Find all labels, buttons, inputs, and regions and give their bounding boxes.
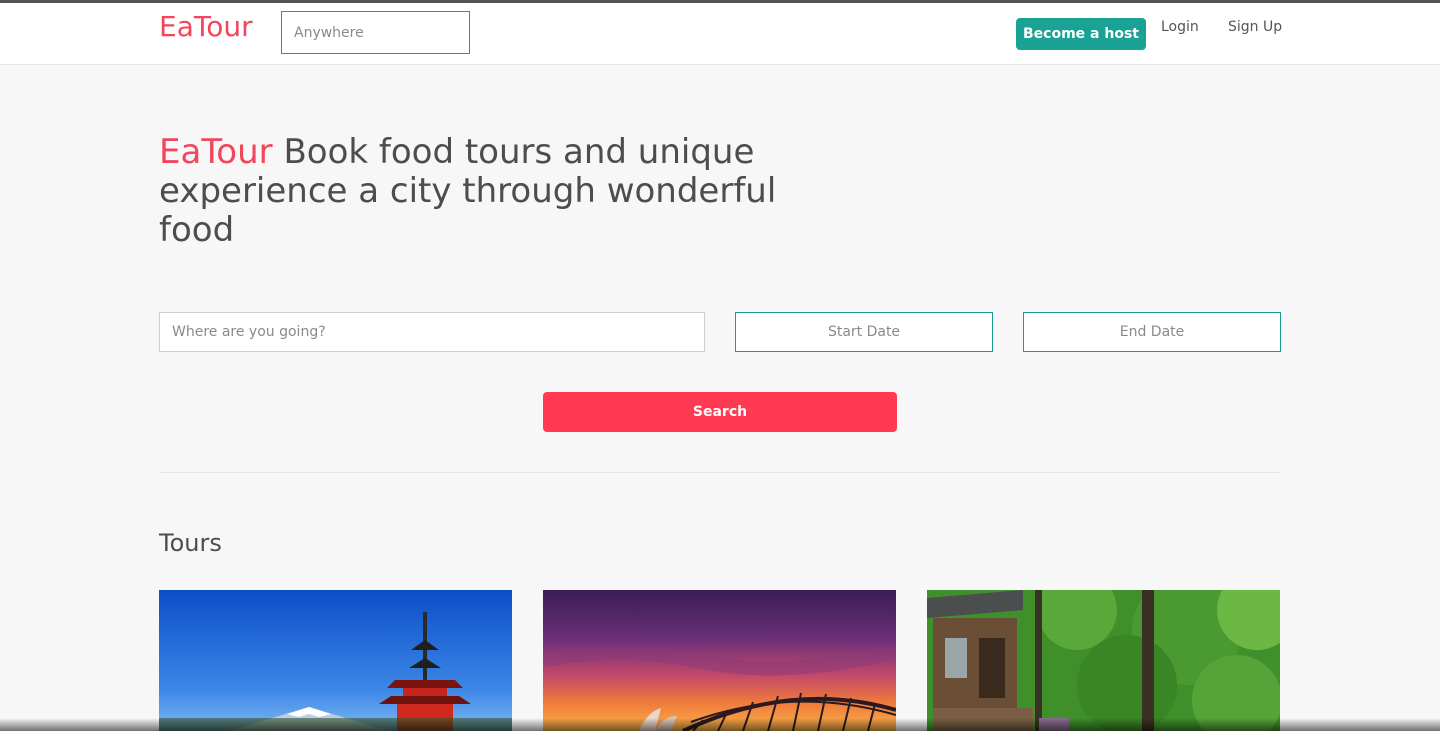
hero-title: EaTour Book food tours and unique experi… xyxy=(159,133,799,250)
become-host-button[interactable]: Become a host xyxy=(1016,18,1146,50)
sydney-harbour-sunset-photo xyxy=(543,590,896,731)
search-button[interactable]: Search xyxy=(543,392,897,432)
hero-brand: EaTour xyxy=(159,132,273,172)
tour-card[interactable] xyxy=(927,590,1280,731)
mount-fuji-pagoda-photo xyxy=(159,590,512,731)
section-divider xyxy=(159,472,1281,473)
start-date-input[interactable] xyxy=(735,312,993,352)
tour-card[interactable] xyxy=(159,590,512,731)
navbar: EaTour Become a host Login Sign Up xyxy=(0,3,1440,65)
tour-card[interactable] xyxy=(543,590,896,731)
brand-logo[interactable]: EaTour xyxy=(159,10,253,43)
signup-link[interactable]: Sign Up xyxy=(1228,19,1282,35)
tours-heading: Tours xyxy=(159,529,222,557)
end-date-input[interactable] xyxy=(1023,312,1281,352)
destination-input[interactable] xyxy=(159,312,705,352)
forest-cabin-photo xyxy=(927,590,1280,731)
nav-search-input[interactable] xyxy=(281,11,470,54)
login-link[interactable]: Login xyxy=(1161,19,1199,35)
